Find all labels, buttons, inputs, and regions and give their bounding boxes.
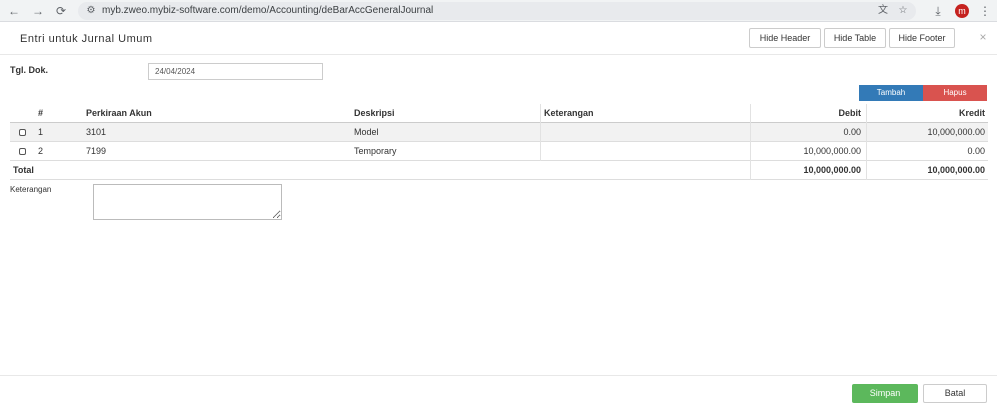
total-kredit: 10,000,000.00 bbox=[927, 165, 985, 175]
save-button[interactable]: Simpan bbox=[852, 384, 918, 403]
col-header-kredit: Kredit bbox=[958, 108, 985, 118]
row-akun[interactable]: 3101 bbox=[86, 123, 336, 142]
col-divider bbox=[540, 142, 541, 161]
col-divider bbox=[750, 161, 751, 180]
row-deskripsi[interactable]: Temporary bbox=[354, 142, 534, 161]
total-label: Total bbox=[13, 165, 34, 175]
total-debit: 10,000,000.00 bbox=[803, 165, 861, 175]
row-akun[interactable]: 7199 bbox=[86, 142, 336, 161]
row-kredit[interactable]: 0.00 bbox=[868, 142, 985, 161]
col-header-akun: Perkiraan Akun bbox=[86, 108, 152, 118]
col-divider bbox=[866, 161, 867, 180]
address-bar[interactable]: ⚙ myb.zweo.mybiz-software.com/demo/Accou… bbox=[78, 2, 916, 20]
table-total-row: Total 10,000,000.00 10,000,000.00 bbox=[10, 161, 988, 180]
hide-table-button[interactable]: Hide Table bbox=[824, 28, 886, 48]
row-debit[interactable]: 10,000,000.00 bbox=[752, 142, 861, 161]
row-checkbox[interactable] bbox=[19, 148, 26, 155]
delete-row-button[interactable]: Hapus bbox=[923, 85, 987, 101]
bookmark-star-icon[interactable]: ☆ bbox=[896, 4, 910, 18]
forward-icon[interactable]: → bbox=[30, 3, 46, 19]
col-divider bbox=[750, 142, 751, 161]
col-divider bbox=[540, 104, 541, 123]
footer-divider bbox=[0, 375, 997, 376]
table-row[interactable]: 2 7199 Temporary 10,000,000.00 0.00 bbox=[10, 142, 988, 161]
col-divider bbox=[540, 123, 541, 142]
browser-toolbar: ← → ⟳ ⚙ myb.zweo.mybiz-software.com/demo… bbox=[0, 0, 997, 22]
row-keterangan[interactable] bbox=[544, 123, 744, 142]
hide-footer-button[interactable]: Hide Footer bbox=[889, 28, 955, 48]
col-divider bbox=[866, 142, 867, 161]
row-keterangan[interactable] bbox=[544, 142, 744, 161]
row-no: 1 bbox=[38, 127, 44, 137]
add-row-button[interactable]: Tambah bbox=[859, 85, 923, 101]
col-header-keterangan: Keterangan bbox=[544, 108, 594, 118]
row-kredit[interactable]: 10,000,000.00 bbox=[868, 123, 985, 142]
keterangan-textarea[interactable] bbox=[93, 184, 282, 220]
tgl-dok-label: Tgl. Dok. bbox=[10, 65, 48, 75]
col-divider bbox=[750, 104, 751, 123]
col-header-deskripsi: Deskripsi bbox=[354, 108, 395, 118]
col-divider bbox=[750, 123, 751, 142]
col-divider bbox=[866, 123, 867, 142]
row-checkbox[interactable] bbox=[19, 129, 26, 136]
cancel-button[interactable]: Batal bbox=[923, 384, 987, 403]
row-no: 2 bbox=[38, 146, 44, 156]
hide-header-button[interactable]: Hide Header bbox=[749, 28, 821, 48]
row-debit[interactable]: 0.00 bbox=[752, 123, 861, 142]
tgl-dok-input[interactable]: 24/04/2024 bbox=[148, 63, 323, 80]
site-info-icon[interactable]: ⚙ bbox=[84, 4, 98, 18]
profile-avatar[interactable]: m bbox=[955, 4, 969, 18]
col-header-no: # bbox=[38, 108, 44, 118]
reload-icon[interactable]: ⟳ bbox=[53, 3, 69, 19]
modal-title: Entri untuk Jurnal Umum bbox=[20, 33, 153, 45]
translate-icon[interactable]: 文 bbox=[876, 4, 890, 18]
close-icon[interactable]: × bbox=[977, 31, 989, 43]
col-header-debit: Debit bbox=[838, 108, 862, 118]
kebab-menu-icon[interactable]: ⋮ bbox=[977, 3, 993, 19]
download-icon[interactable]: ⤓ bbox=[930, 3, 946, 19]
col-divider bbox=[866, 104, 867, 123]
header-divider bbox=[0, 54, 997, 55]
back-icon[interactable]: ← bbox=[6, 3, 22, 19]
row-deskripsi[interactable]: Model bbox=[354, 123, 534, 142]
table-row[interactable]: 1 3101 Model 0.00 10,000,000.00 bbox=[10, 123, 988, 142]
url-text[interactable]: myb.zweo.mybiz-software.com/demo/Account… bbox=[102, 4, 433, 18]
keterangan-label: Keterangan bbox=[10, 185, 52, 194]
table-header-row: # Perkiraan Akun Deskripsi Keterangan De… bbox=[10, 104, 988, 123]
